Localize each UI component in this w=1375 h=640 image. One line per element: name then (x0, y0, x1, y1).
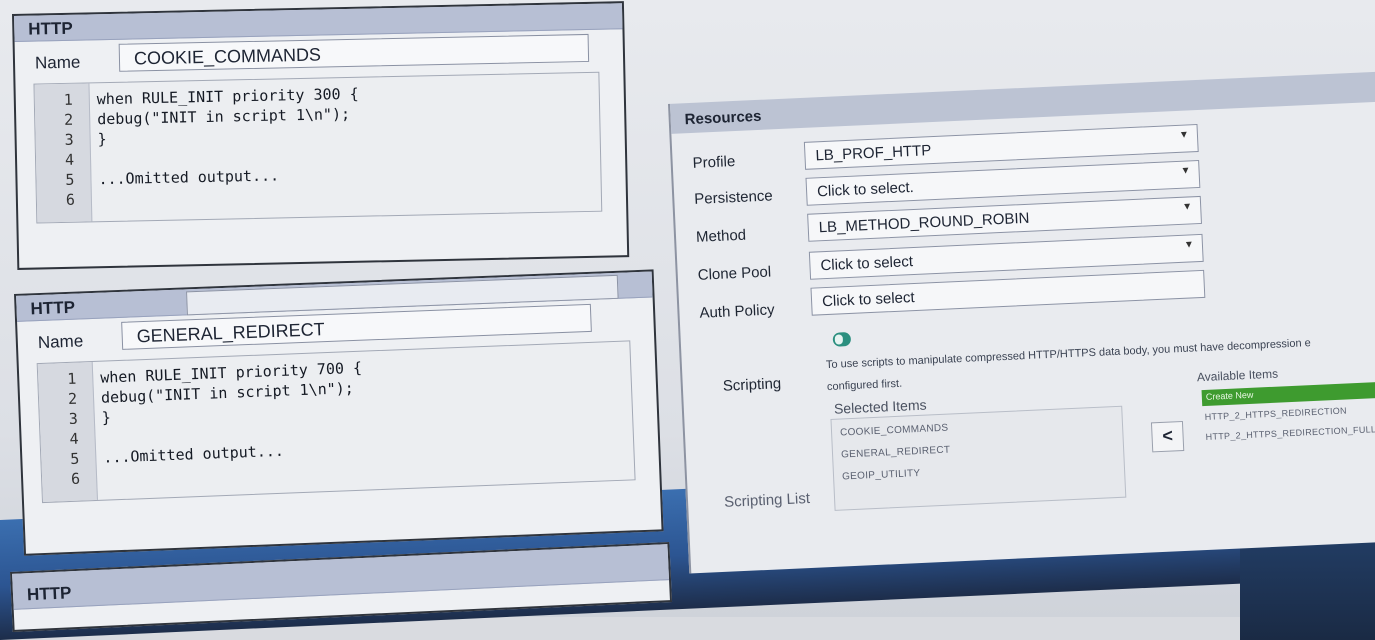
code-line: 5 ...Omitted output... (69, 441, 285, 468)
code-line: 4 (69, 429, 79, 448)
code-line: 1 when RULE_INIT priority 300 { (63, 84, 359, 109)
profile-label: Profile (692, 153, 736, 172)
selected-item[interactable]: GENERAL_REDIRECT (841, 445, 951, 461)
dropdown-caret-icon: ▼ (1182, 201, 1193, 213)
resources-title: Resources (684, 107, 762, 129)
available-items-title: Available Items (1196, 366, 1279, 385)
code-line: 3} (68, 408, 112, 428)
code-line: 3} (64, 130, 107, 149)
clone-pool-value: Click to select (820, 253, 914, 275)
panel-header-title: HTTP (30, 297, 76, 319)
code-line: 1 when RULE_INIT priority 700 { (66, 358, 363, 389)
profile-value: LB_PROF_HTTP (815, 142, 932, 165)
persistence-value: Click to select. (816, 178, 915, 201)
selected-item[interactable]: GEOIP_UTILITY (842, 468, 921, 483)
clone-pool-label: Clone Pool (697, 263, 772, 284)
name-input[interactable]: COOKIE_COMMANDS (118, 33, 590, 72)
panel-header-title: HTTP (26, 583, 72, 605)
scripting-list-label: Scripting List (723, 489, 811, 511)
name-label: Name (37, 331, 84, 353)
method-value: LB_METHOD_ROUND_ROBIN (818, 209, 1030, 237)
code-line: 5 ...Omitted output... (65, 166, 280, 189)
scripting-note: To use scripts to manipulate compressed … (825, 337, 1312, 372)
selected-items-title: Selected Items (833, 396, 927, 417)
scripting-label: Scripting (722, 375, 782, 395)
code-line: 4 (64, 150, 75, 169)
auth-policy-value: Click to select (821, 289, 915, 311)
available-item[interactable]: HTTP_2_HTTPS_REDIRECTION_FULL (1205, 424, 1375, 442)
scripting-note-continued: configured first. (826, 377, 903, 394)
code-line: 6 (70, 469, 81, 488)
panel-header-title: HTTP (28, 18, 73, 39)
code-line: 2 debug("INIT in script 1\n"); (64, 104, 351, 129)
scripting-toggle[interactable] (832, 331, 852, 347)
persistence-label: Persistence (693, 187, 774, 208)
create-new-item[interactable]: Create New (1201, 379, 1375, 407)
chevron-left-icon[interactable]: < (1150, 420, 1185, 453)
name-label: Name (34, 52, 81, 73)
available-item[interactable]: HTTP_2_HTTPS_REDIRECTION (1205, 406, 1348, 422)
dropdown-caret-icon: ▼ (1180, 165, 1191, 177)
dropdown-caret-icon: ▼ (1178, 129, 1190, 141)
code-line: 2 debug("INIT in script 1\n"); (67, 379, 355, 408)
selected-items-list[interactable]: COOKIE_COMMANDS GENERAL_REDIRECT GEOIP_U… (830, 405, 1127, 511)
script-panel-1: HTTP Name COOKIE_COMMANDS 1 when RULE_INI… (12, 1, 630, 270)
code-editor[interactable]: 1 when RULE_INIT priority 700 { 2 debug("I… (36, 340, 636, 504)
selected-item[interactable]: COOKIE_COMMANDS (840, 423, 949, 439)
code-line: 6 (65, 190, 76, 209)
resources-panel: Resources Profile LB_PROF_HTTP ▼ Persist… (668, 71, 1375, 574)
code-editor[interactable]: 1 when RULE_INIT priority 300 { 2 debug("I… (33, 71, 603, 224)
method-label: Method (695, 226, 747, 246)
dropdown-caret-icon: ▼ (1183, 239, 1195, 251)
auth-policy-label: Auth Policy (699, 301, 775, 322)
script-panel-2: HTTP Name GENERAL_REDIRECT 1 when RULE_IN… (14, 269, 664, 556)
